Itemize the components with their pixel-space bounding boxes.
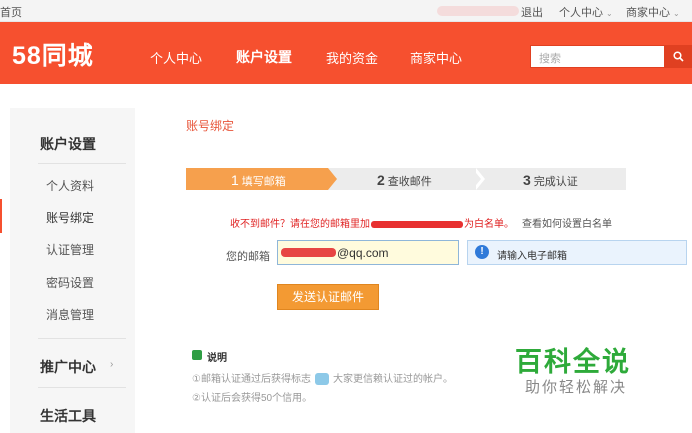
sidebar-section-account: 账户设置 [40, 136, 96, 152]
nav-merchant-center[interactable]: 商家中心 [410, 48, 462, 67]
sidebar-active-indicator [0, 199, 2, 233]
logout-link[interactable]: 退出 [521, 4, 543, 20]
nav-account-settings[interactable]: 账户设置 [236, 47, 292, 67]
send-verification-button[interactable]: 发送认证邮件 [277, 284, 379, 310]
watermark-subtitle: 助你轻松解决 [525, 379, 628, 396]
step-2-label: 2 查收邮件 [377, 172, 432, 189]
merchant-center-link[interactable]: 商家中心 ⌄ [626, 4, 680, 20]
step-number: 2 [377, 172, 385, 188]
note-title: 说明 [207, 353, 227, 364]
watermark-title: 百科全说 [515, 347, 631, 377]
sidebar-item-verification[interactable]: 认证管理 [46, 241, 94, 258]
verified-badge-icon [314, 373, 329, 386]
email-tip: 请输入电子邮箱 [467, 240, 687, 265]
top-utility-bar: 首页 退出 个人中心 ⌄ 商家中心 ⌄ [0, 0, 692, 22]
step-number: 1 [231, 172, 239, 188]
sidebar-section-tools[interactable]: 生活工具 [40, 406, 96, 426]
note-line-2: ②认证后会获得50个信用。 [192, 393, 313, 404]
sidebar: 账户设置 个人资料 账号绑定 认证管理 密码设置 消息管理 推广中心 生活工具 [10, 108, 135, 433]
step-3-label: 3 完成认证 [523, 172, 578, 189]
nav-personal-center[interactable]: 个人中心 [150, 48, 202, 67]
step-text: 填写邮箱 [241, 176, 286, 188]
redacted-email-user [281, 248, 336, 257]
divider [38, 163, 126, 164]
site-logo[interactable]: 58同城 [12, 36, 94, 72]
notice-text: 收不到邮件？请在您的邮箱里加 [230, 219, 370, 230]
redacted-username [437, 6, 519, 16]
info-icon: ! [475, 245, 489, 259]
home-link[interactable]: 首页 [0, 4, 22, 20]
step-arrow [328, 168, 337, 190]
personal-center-label: 个人中心 [559, 7, 603, 19]
search-button[interactable] [665, 45, 692, 68]
merchant-center-label: 商家中心 [626, 7, 670, 19]
main-header: 58同城 个人中心 账户设置 我的资金 商家中心 搜索 [0, 22, 692, 84]
sidebar-item-messages[interactable]: 消息管理 [46, 306, 94, 323]
sidebar-item-password[interactable]: 密码设置 [46, 274, 94, 291]
personal-center-link[interactable]: 个人中心 ⌄ [559, 4, 613, 20]
divider [38, 387, 126, 388]
notice-text: 为白名单。 [464, 219, 514, 230]
sidebar-item-account-binding[interactable]: 账号绑定 [46, 209, 94, 226]
chevron-down-icon: ⌄ [673, 9, 680, 18]
step-number: 3 [523, 172, 531, 188]
step-separator [472, 168, 481, 190]
search-icon [673, 51, 684, 62]
page-title: 账号绑定 [186, 119, 235, 133]
note-text: 大家更信赖认证过的帐户。 [332, 374, 453, 385]
chevron-down-icon: ⌄ [606, 9, 613, 18]
note-icon [192, 350, 202, 360]
step-text: 查收邮件 [387, 176, 432, 188]
sidebar-section-promotion[interactable]: 推广中心 [40, 357, 96, 377]
divider [38, 338, 126, 339]
sidebar-item-profile[interactable]: 个人资料 [46, 177, 94, 194]
email-label: 您的邮箱 [226, 251, 270, 263]
whitelist-notice: 收不到邮件？请在您的邮箱里加 为白名单。 查看如何设置白名单 [230, 215, 612, 230]
note-text: ①邮箱认证通过后获得标志 [192, 374, 311, 385]
step-1-label: 1 填写邮箱 [231, 172, 286, 189]
whitelist-help-link[interactable]: 查看如何设置白名单 [522, 219, 612, 230]
nav-my-funds[interactable]: 我的资金 [326, 48, 378, 67]
step-text: 完成认证 [533, 176, 578, 188]
redacted-address [371, 220, 463, 228]
search-input[interactable]: 搜索 [530, 45, 665, 68]
chevron-right-icon: › [110, 359, 114, 370]
note-line-1: ①邮箱认证通过后获得标志 大家更信赖认证过的帐户。 [192, 370, 453, 386]
